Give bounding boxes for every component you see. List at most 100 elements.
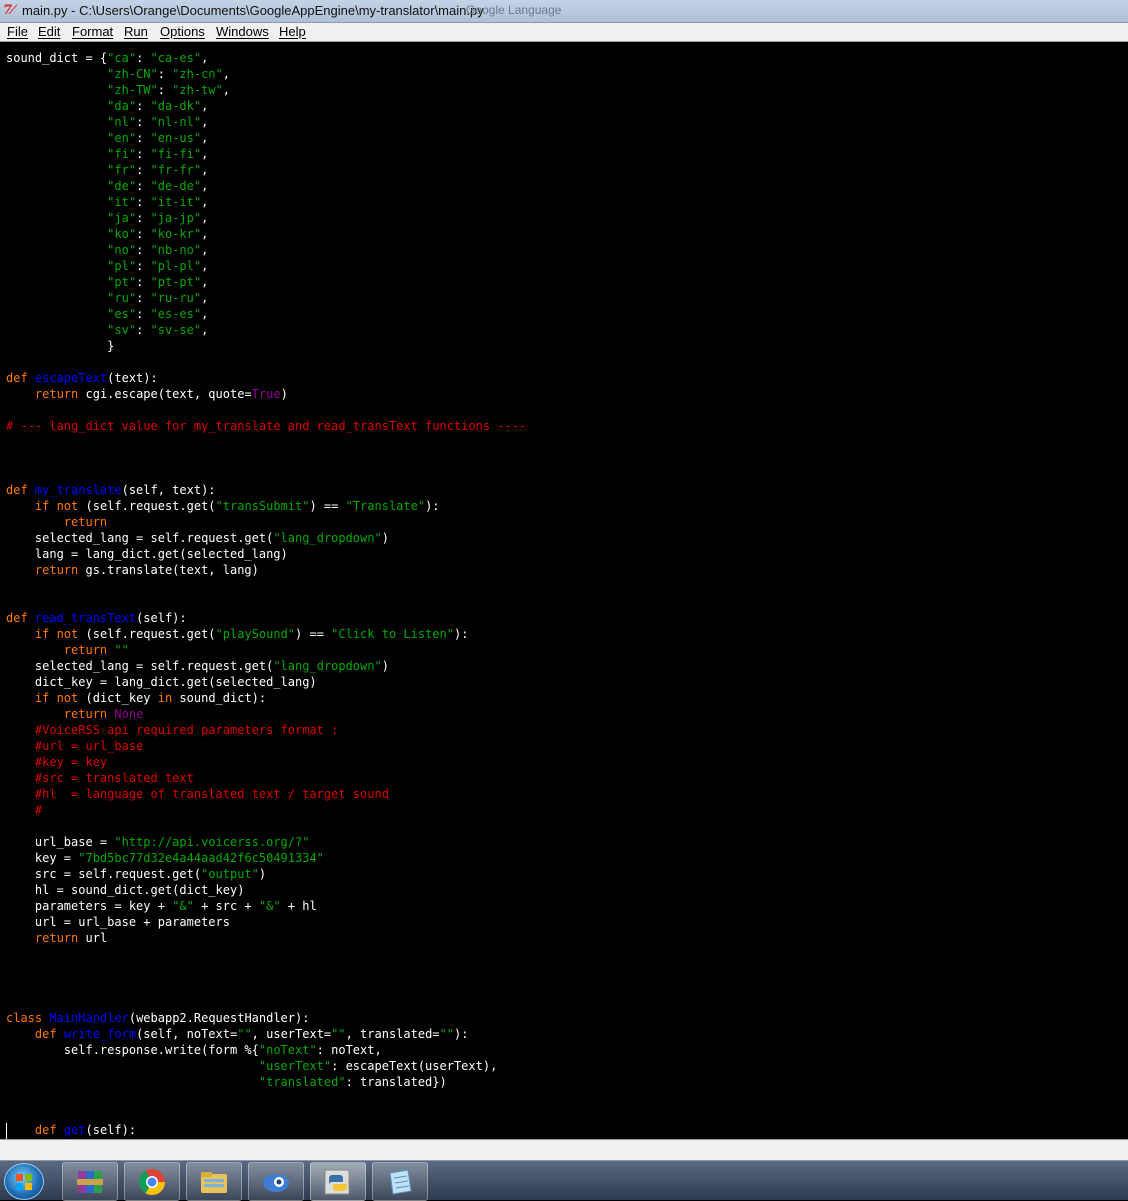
code-line: src = self.request.get("output") [6,866,526,882]
code-token: , [201,227,209,241]
code-line: url = url_base + parameters [6,914,526,930]
code-token: ) [258,867,267,881]
code-token: : [136,51,151,65]
code-token: "pl" [107,259,137,273]
code-line: return "" [6,642,526,658]
code-token: , [201,131,209,145]
code-token: "nl" [107,115,137,129]
code-token: "output" [201,867,259,881]
code-token: (self, text): [121,483,216,497]
code-token: , [201,323,209,337]
code-token: ) [381,659,389,673]
code-token: return [34,563,79,577]
code-token: "es-es" [150,307,202,321]
taskbar-explorer[interactable] [186,1162,242,1201]
code-token: : translated}) [345,1075,447,1089]
status-bar [0,1139,1128,1161]
code-line: return url [6,930,526,946]
taskbar-app[interactable] [248,1162,304,1201]
code-token: + src + [193,899,259,913]
code-line: #key = key [6,754,526,770]
code-token: : [136,211,151,225]
code-token: "da" [107,99,137,113]
menu-edit[interactable]: Edit [38,24,60,39]
code-line: def write_form(self, noText="", userText… [6,1026,526,1042]
code-line: "pl": "pl-pl", [6,258,526,274]
taskbar-notepad[interactable] [372,1162,428,1201]
start-button[interactable] [4,1163,44,1200]
code-token: if not [34,499,79,513]
code-line: "ru": "ru-ru", [6,290,526,306]
code-token: "Click to Listen" [331,627,454,641]
idle-feather-icon: 7⁄ [3,3,15,18]
code-line: if not (dict_key in sound_dict): [6,690,526,706]
code-token: return [34,387,79,401]
menu-help[interactable]: Help [279,24,306,39]
code-token: "de" [107,179,137,193]
code-token: def [34,1027,64,1041]
taskbar-chrome[interactable] [124,1162,180,1201]
code-token: key = [6,851,79,865]
code-line: # --- lang_dict value for my_translate a… [6,418,526,434]
code-editor[interactable]: sound_dict = {"ca": "ca-es", "zh-CN": "z… [0,42,1128,1139]
code-token: def [6,611,35,625]
background-window-title: Google Language [466,3,562,17]
code-token: return [63,643,108,657]
code-line: def get(self): [6,1122,526,1138]
taskbar-winrar[interactable] [62,1162,118,1201]
menu-options[interactable]: Options [160,24,205,39]
code-token: "ja" [107,211,137,225]
code-token: escapeText [34,371,108,385]
code-line: return gs.translate(text, lang) [6,562,526,578]
winrar-icon [77,1171,103,1193]
code-line: selected_lang = self.request.get("lang_d… [6,530,526,546]
menu-format[interactable]: Format [72,24,113,39]
code-token: : [136,323,151,337]
code-token: def [34,1123,64,1137]
code-token: : [136,147,151,161]
code-token: gs.translate(text, lang) [78,563,259,577]
window-title: main.py - C:\Users\Orange\Documents\Goog… [22,3,484,18]
menu-windows[interactable]: Windows [216,24,269,39]
taskbar-python-idle[interactable] [310,1162,366,1201]
code-token: "da-dk" [150,99,202,113]
code-token: None [114,707,144,721]
code-token: ) [381,531,389,545]
code-token: , [201,211,209,225]
code-line: "userText": escapeText(userText), [6,1058,526,1074]
code-token: "nb-no" [150,243,202,257]
code-line: return [6,514,526,530]
code-token: "it" [107,195,137,209]
menu-run[interactable]: Run [124,24,148,39]
code-token: my_translate [34,483,122,497]
code-text: sound_dict = {"ca": "ca-es", "zh-CN": "z… [6,50,526,1138]
code-token: : [136,243,151,257]
code-line: "de": "de-de", [6,178,526,194]
code-token: , [201,307,209,321]
code-token: (webapp2.RequestHandler): [128,1011,310,1025]
code-token: sound_dict): [172,691,267,705]
window-title-bar[interactable]: 7⁄ main.py - C:\Users\Orange\Documents\G… [0,0,1128,23]
code-token: "zh-tw" [172,83,223,97]
code-token: "ko-kr" [150,227,202,241]
code-token: , [222,67,230,81]
code-token: "pt-pt" [150,275,202,289]
menu-file[interactable]: File [7,24,28,39]
code-line: parameters = key + "&" + src + "&" + hl [6,898,526,914]
code-token: #src = translated text [34,771,194,785]
code-token: , translated= [345,1027,440,1041]
